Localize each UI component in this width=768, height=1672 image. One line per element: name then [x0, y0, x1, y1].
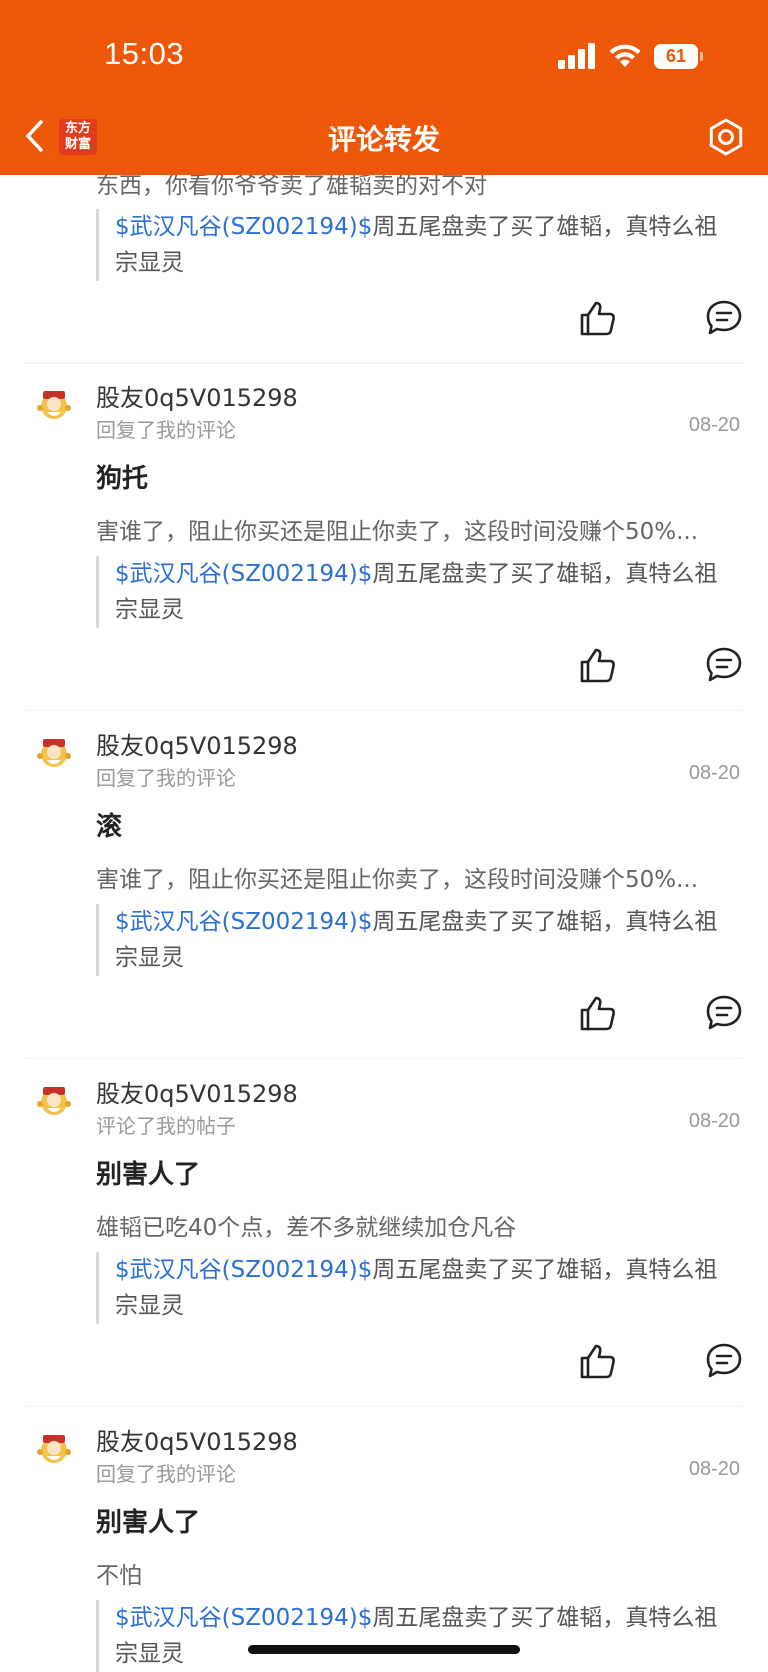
- date: 08-20: [688, 1110, 740, 1132]
- avatar-icon[interactable]: [34, 1428, 74, 1468]
- username[interactable]: 股友0q5V015298: [96, 378, 298, 413]
- comment-icon[interactable]: [704, 645, 744, 685]
- stock-link[interactable]: $武汉凡谷(SZ002194)$: [115, 561, 372, 587]
- home-indicator: [248, 1645, 520, 1654]
- divider: [26, 1058, 742, 1059]
- date: 08-20: [688, 1458, 740, 1480]
- reply-excerpt[interactable]: 害谁了，阻止你买还是阻止你卖了，这段时间没赚个50%...: [96, 860, 736, 894]
- reply-title: 别害人了: [96, 1508, 201, 1538]
- signal-icon: [558, 43, 595, 69]
- avatar-icon[interactable]: [34, 1080, 74, 1120]
- wifi-icon: [609, 44, 641, 67]
- action-label: 回复了我的评论: [96, 766, 236, 790]
- stock-link[interactable]: $武汉凡谷(SZ002194)$: [115, 214, 372, 240]
- quoted-post[interactable]: $武汉凡谷(SZ002194)$周五尾盘卖了买了雄韬，真特么祖宗显灵: [96, 209, 736, 281]
- like-icon[interactable]: [578, 298, 618, 338]
- status-icons: 61: [558, 40, 703, 72]
- quoted-post[interactable]: $武汉凡谷(SZ002194)$周五尾盘卖了买了雄韬，真特么祖宗显灵: [96, 556, 736, 628]
- header-bar: 15:03 61 东方 财富 评论转发: [0, 0, 768, 175]
- gear-icon[interactable]: [706, 117, 746, 157]
- username[interactable]: 股友0q5V015298: [96, 1074, 298, 1109]
- action-label: 评论了我的帖子: [96, 1114, 236, 1138]
- quoted-post[interactable]: $武汉凡谷(SZ002194)$周五尾盘卖了买了雄韬，真特么祖宗显灵: [96, 1252, 736, 1324]
- divider: [26, 1406, 742, 1407]
- date: 08-20: [688, 414, 740, 436]
- like-icon[interactable]: [578, 645, 618, 685]
- reply-excerpt[interactable]: 雄韬已吃40个点，差不多就继续加仓凡谷: [96, 1208, 736, 1242]
- username[interactable]: 股友0q5V015298: [96, 1422, 298, 1457]
- reply-excerpt[interactable]: 不怕: [96, 1556, 736, 1590]
- divider: [26, 363, 742, 364]
- stock-link[interactable]: $武汉凡谷(SZ002194)$: [115, 1257, 372, 1283]
- reply-title: 滚: [96, 812, 123, 842]
- date: 08-20: [688, 762, 740, 784]
- stock-link[interactable]: $武汉凡谷(SZ002194)$: [115, 909, 372, 935]
- comment-icon[interactable]: [704, 1341, 744, 1381]
- like-icon[interactable]: [578, 1341, 618, 1381]
- avatar-icon[interactable]: [34, 732, 74, 772]
- comment-icon[interactable]: [704, 993, 744, 1033]
- action-label: 回复了我的评论: [96, 418, 236, 442]
- username[interactable]: 股友0q5V015298: [96, 726, 298, 761]
- divider: [26, 710, 742, 711]
- reply-title: 别害人了: [96, 1160, 201, 1190]
- quoted-post[interactable]: $武汉凡谷(SZ002194)$周五尾盘卖了买了雄韬，真特么祖宗显灵: [96, 1600, 736, 1672]
- reply-excerpt[interactable]: 害谁了，阻止你买还是阻止你卖了，这段时间没赚个50%...: [96, 512, 736, 546]
- comment-icon[interactable]: [704, 298, 744, 338]
- page-title: 评论转发: [327, 123, 440, 156]
- action-label: 回复了我的评论: [96, 1462, 236, 1486]
- quoted-post[interactable]: $武汉凡谷(SZ002194)$周五尾盘卖了买了雄韬，真特么祖宗显灵: [96, 904, 736, 976]
- like-icon[interactable]: [578, 993, 618, 1033]
- avatar-icon[interactable]: [34, 384, 74, 424]
- stock-link[interactable]: $武汉凡谷(SZ002194)$: [115, 1605, 372, 1631]
- status-time: 15:03: [104, 36, 185, 71]
- battery-icon: 61: [654, 43, 703, 69]
- reply-title: 狗托: [96, 464, 149, 494]
